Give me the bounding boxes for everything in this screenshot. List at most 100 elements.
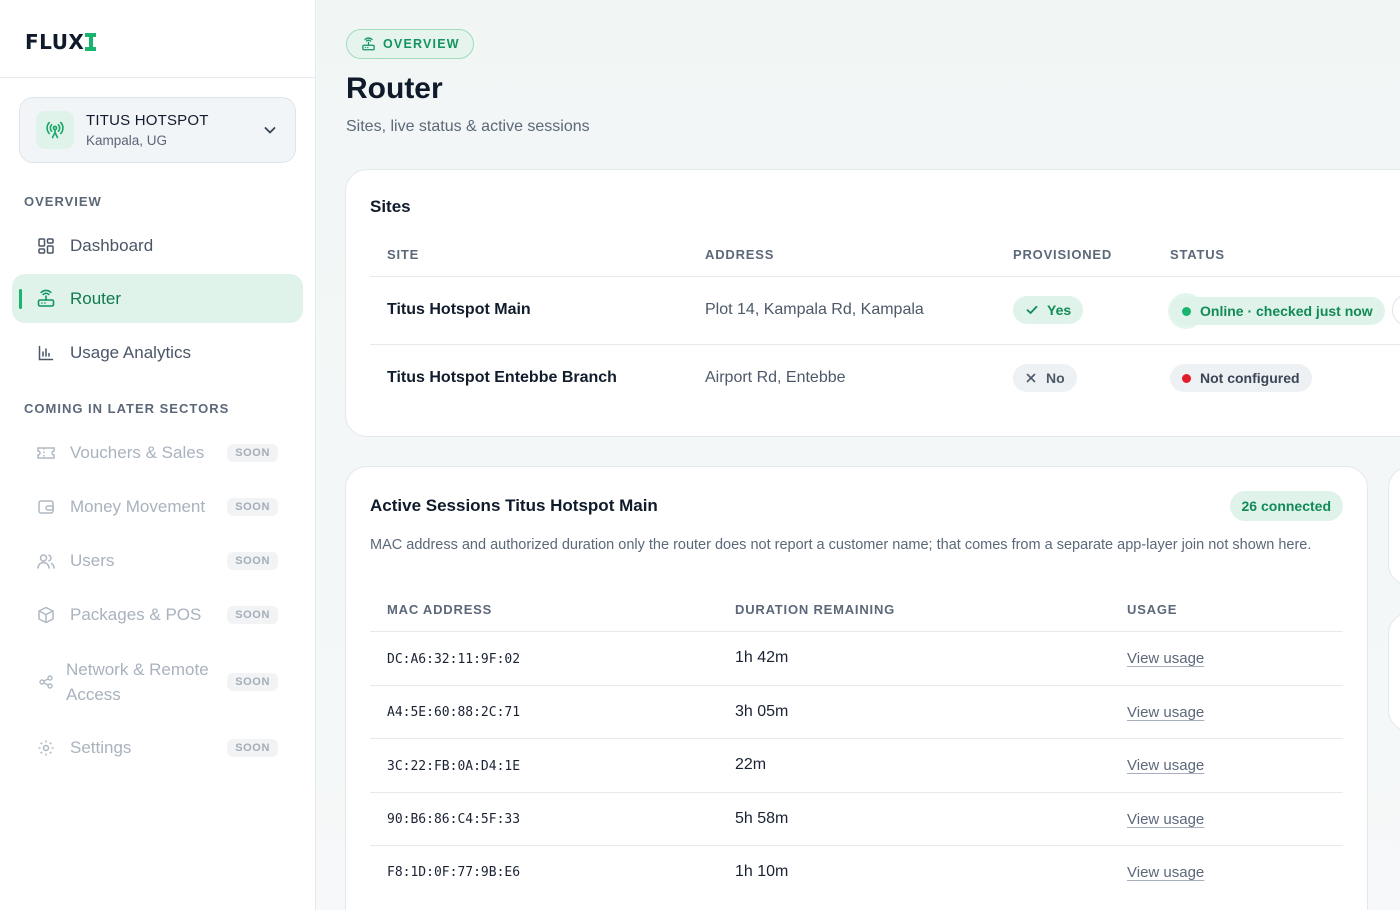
card-title: Sites: [370, 197, 411, 216]
sidebar-item-network-remote-access: Network & Remote Access SOON: [12, 656, 303, 708]
view-usage-link[interactable]: View usage: [1127, 811, 1204, 828]
connected-count-badge: 26 connected: [1229, 491, 1343, 521]
status-badge: Not configured: [1170, 364, 1312, 392]
duration-cell: 1h 42m: [735, 649, 789, 666]
soon-badge: SOON: [227, 738, 278, 757]
status-label: Not configured: [1200, 370, 1300, 386]
duration-cell: 5h 58m: [735, 810, 789, 827]
soon-badge: SOON: [227, 443, 278, 462]
wallet-icon: [36, 497, 56, 517]
logo-text: FLUX: [25, 30, 85, 54]
bar-chart-icon: [36, 343, 56, 363]
sidebar-item-money-movement: Money Movement SOON: [12, 482, 303, 531]
logo-area: FLUX: [0, 0, 315, 78]
label-line-1: Network & Remote: [66, 660, 209, 679]
sidebar-item-label: Packages & POS: [70, 604, 202, 624]
sidebar-item-label: Settings: [70, 737, 132, 757]
page-subtitle: Sites, live status & active sessions: [346, 118, 590, 135]
site-name-cell: Titus Hotspot Main: [387, 301, 531, 318]
sidebar: FLUX TITUS HOTSPOT Kampala, UG OVERVIEW …: [0, 0, 316, 910]
provisioned-badge: No: [1013, 364, 1077, 392]
sidebar-item-usage-analytics[interactable]: Usage Analytics: [12, 328, 303, 377]
sidebar-item-vouchers-sales: Vouchers & Sales SOON: [12, 428, 303, 477]
sidebar-item-label: Router: [70, 288, 122, 308]
site-name-cell: Titus Hotspot Entebbe Branch: [387, 369, 617, 386]
ticket-icon: [36, 443, 56, 463]
divider: [370, 344, 1400, 345]
mac-cell: F8:1D:0F:77:9B:E6: [387, 865, 521, 880]
duration-cell: 1h 10m: [735, 863, 789, 880]
view-usage-link[interactable]: View usage: [1127, 757, 1204, 774]
share-icon: [36, 672, 56, 692]
router-icon: [362, 36, 375, 50]
column-header: SITE: [387, 247, 420, 262]
router-icon: [36, 289, 56, 309]
column-header: MAC ADDRESS: [387, 602, 493, 617]
active-sessions-card: Active Sessions Titus Hotspot Main 26 co…: [345, 466, 1368, 910]
duration-cell: 3h 05m: [735, 703, 789, 720]
view-usage-link[interactable]: View usage: [1127, 704, 1204, 721]
mac-cell: DC:A6:32:11:9F:02: [387, 652, 521, 667]
section-title-later: COMING IN LATER SECTORS: [24, 401, 230, 416]
soon-badge: SOON: [227, 673, 278, 691]
close-icon: [1026, 373, 1036, 383]
status-dot: [1182, 306, 1191, 316]
section-title-overview: OVERVIEW: [24, 194, 102, 209]
sidebar-item-label: Usage Analytics: [70, 342, 191, 362]
site-name: TITUS HOTSPOT: [86, 112, 209, 129]
sidebar-item-label: Network & Remote Access: [66, 657, 209, 707]
site-switcher[interactable]: TITUS HOTSPOT Kampala, UG: [19, 97, 296, 163]
side-card: [1388, 612, 1400, 732]
divider: [370, 845, 1343, 846]
mac-cell: A4:5E:60:88:2C:71: [387, 705, 521, 720]
card-title: Active Sessions Titus Hotspot Main: [370, 496, 658, 515]
column-header: ADDRESS: [705, 247, 775, 262]
gear-icon: [36, 738, 56, 758]
address-cell: Airport Rd, Entebbe: [705, 369, 846, 386]
side-card: [1388, 466, 1400, 586]
divider: [370, 738, 1343, 739]
users-icon: [36, 551, 56, 571]
mac-cell: 3C:22:FB:0A:D4:1E: [387, 759, 521, 774]
section-pill-label: OVERVIEW: [383, 37, 460, 51]
chevron-down-icon: [264, 127, 276, 134]
logo-mark-icon: [85, 33, 97, 51]
divider: [370, 631, 1343, 632]
address-cell: Plot 14, Kampala Rd, Kampala: [705, 301, 924, 318]
sidebar-item-settings: Settings SOON: [12, 723, 303, 772]
dashboard-icon: [36, 236, 56, 256]
column-header: DURATION REMAINING: [735, 602, 896, 617]
column-header: PROVISIONED: [1013, 247, 1113, 262]
logo[interactable]: FLUX: [25, 30, 97, 54]
status-badge: Online · checked just now: [1170, 297, 1385, 325]
divider: [370, 685, 1343, 686]
package-icon: [36, 605, 56, 625]
main-content: OVERVIEW Router Sites, live status & act…: [317, 0, 1400, 910]
sidebar-item-label: Vouchers & Sales: [70, 442, 205, 462]
column-header: STATUS: [1170, 247, 1225, 262]
site-location: Kampala, UG: [86, 133, 168, 148]
card-description: MAC address and authorized duration only…: [370, 537, 1312, 553]
check-icon: [1026, 305, 1038, 314]
divider: [370, 276, 1400, 277]
sidebar-item-label: Money Movement: [70, 496, 206, 516]
provisioned-label: Yes: [1047, 302, 1072, 318]
sidebar-item-dashboard[interactable]: Dashboard: [12, 221, 303, 270]
view-usage-link[interactable]: View usage: [1127, 864, 1204, 881]
soon-badge: SOON: [227, 497, 278, 516]
page-title: Router: [346, 72, 443, 105]
column-header: USAGE: [1127, 602, 1178, 617]
antenna-icon: [36, 111, 74, 149]
row-action-button[interactable]: [1392, 294, 1400, 326]
soon-badge: SOON: [227, 605, 278, 624]
sidebar-item-router[interactable]: Router: [12, 274, 303, 323]
divider: [370, 792, 1343, 793]
status-dot: [1182, 373, 1191, 383]
duration-cell: 22m: [735, 756, 767, 773]
mac-cell: 90:B6:86:C4:5F:33: [387, 812, 521, 827]
sidebar-item-label: Users: [70, 550, 115, 570]
view-usage-link[interactable]: View usage: [1127, 650, 1204, 667]
section-pill: OVERVIEW: [346, 29, 474, 59]
sidebar-item-packages-pos: Packages & POS SOON: [12, 590, 303, 639]
status-label: Online · checked just now: [1200, 303, 1373, 319]
